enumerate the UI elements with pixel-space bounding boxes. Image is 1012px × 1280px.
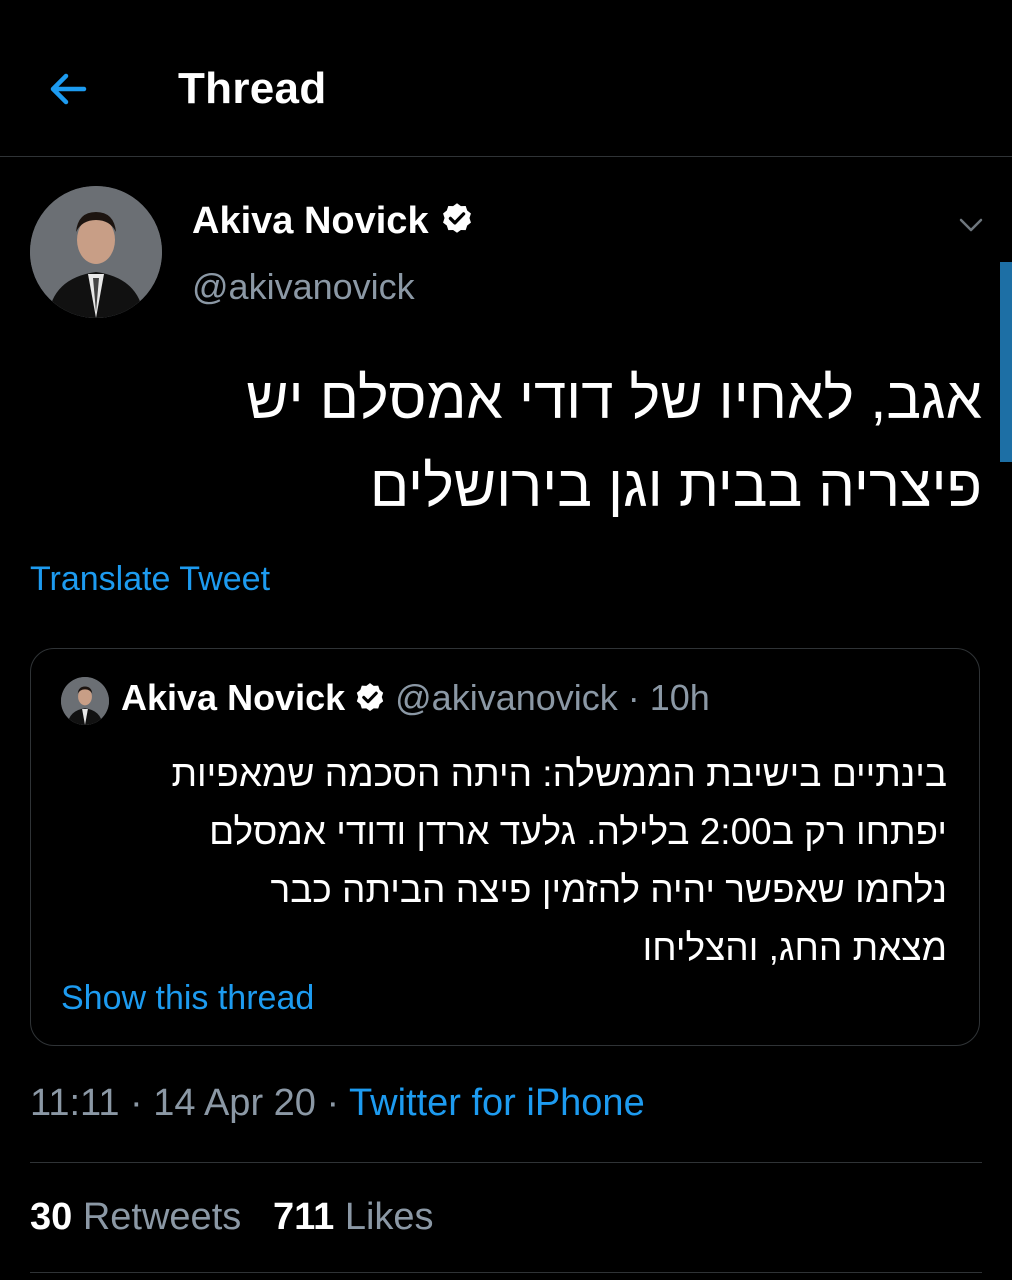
retweets-count: 30 — [30, 1196, 73, 1238]
quoted-author-name: Akiva Novick — [121, 677, 346, 718]
tweet-stats: 30 Retweets 711 Likes — [30, 1196, 434, 1239]
scrollbar[interactable] — [1000, 262, 1012, 462]
avatar[interactable] — [30, 186, 162, 318]
top-bar: Thread — [0, 0, 1012, 157]
tweet-source-link[interactable]: Twitter for iPhone — [349, 1082, 645, 1124]
verified-badge-icon — [442, 203, 471, 233]
likes-count: 711 — [272, 1196, 335, 1238]
chevron-down-icon[interactable] — [956, 210, 986, 240]
verified-badge-icon — [356, 683, 384, 712]
retweets-stat[interactable]: 30 Retweets — [30, 1196, 241, 1238]
author-name-text: Akiva Novick — [192, 200, 429, 242]
meta-separator: · — [315, 1082, 350, 1124]
retweets-label: Retweets — [82, 1196, 242, 1238]
quoted-text-line: מצאת החג, והצליחו — [642, 927, 947, 968]
tweet-meta: 11:11 · 14 Apr 20 · Twitter for iPhone — [30, 1082, 645, 1125]
author-handle[interactable]: @akivanovick — [192, 266, 415, 308]
quoted-tweet[interactable]: Akiva Novick @akivanovick · 10h בינתיים ב… — [30, 648, 980, 1046]
likes-label: Likes — [344, 1196, 434, 1238]
quoted-text-line: בינתיים בישיבת הממשלה: היתה הסכמה שמאפיו… — [171, 753, 947, 794]
author-name[interactable]: Akiva Novick — [192, 200, 475, 243]
tweet-text-line: אגב, לאחיו של דודי אמסלם יש — [246, 366, 982, 431]
arrow-left-icon[interactable] — [44, 64, 94, 114]
translate-tweet-link[interactable]: Translate Tweet — [30, 560, 270, 599]
tweet-text-line: פיצריה בבית וגן בירושלים — [369, 454, 982, 519]
quoted-header: Akiva Novick @akivanovick · 10h — [121, 677, 710, 719]
quoted-text-line: יפתחו רק ב2:00 בלילה. גלעד ארדן ודודי אמ… — [209, 811, 947, 852]
quoted-text: בינתיים בישיבת הממשלה: היתה הסכמה שמאפיו… — [47, 745, 947, 977]
quoted-avatar — [61, 677, 109, 725]
quoted-handle-time: @akivanovick · 10h — [395, 677, 710, 718]
likes-stat[interactable]: 711 Likes — [273, 1196, 434, 1238]
quoted-text-line: נלחמו שאפשר יהיה להזמין פיצה הביתה כבר — [270, 869, 947, 910]
divider — [30, 1162, 982, 1163]
page-title: Thread — [178, 64, 327, 113]
tweet-date: 14 Apr 20 — [153, 1082, 316, 1124]
tweet-time: 11:11 — [30, 1082, 120, 1124]
divider — [30, 1272, 982, 1273]
show-thread-link[interactable]: Show this thread — [61, 979, 314, 1018]
meta-separator: · — [119, 1082, 154, 1124]
tweet-text: אגב, לאחיו של דודי אמסלם יש פיצריה בבית … — [182, 355, 982, 531]
